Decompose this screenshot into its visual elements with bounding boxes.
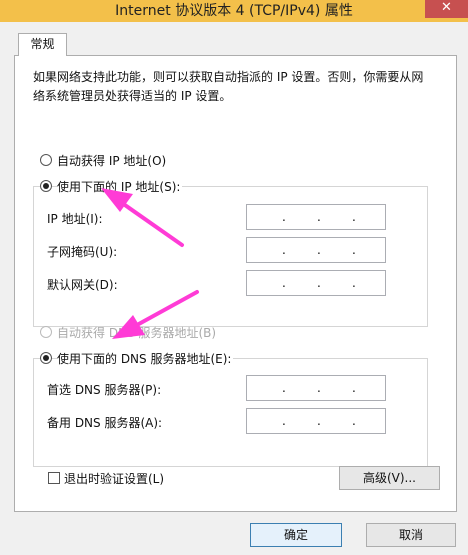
- ip-address-input[interactable]: ...: [246, 204, 386, 230]
- auto-ip-radio[interactable]: [40, 154, 52, 166]
- alternate-dns-label: 备用 DNS 服务器(A):: [47, 416, 163, 430]
- ip-address-label: IP 地址(I):: [47, 212, 103, 226]
- manual-dns-label[interactable]: 使用下面的 DNS 服务器地址(E):: [57, 350, 234, 367]
- cancel-button[interactable]: 取消: [366, 523, 456, 547]
- window-title: Internet 协议版本 4 (TCP/IPv4) 属性: [115, 3, 353, 19]
- manual-ip-label[interactable]: 使用下面的 IP 地址(S):: [57, 178, 183, 195]
- auto-ip-label[interactable]: 自动获得 IP 地址(O): [57, 152, 166, 169]
- validate-checkbox[interactable]: [48, 472, 60, 484]
- default-gateway-input[interactable]: ...: [246, 270, 386, 296]
- general-panel: 如果网络支持此功能，则可以获取自动指派的 IP 设置。否则，你需要从网络系统管理…: [14, 55, 457, 512]
- default-gateway-label: 默认网关(D):: [47, 278, 118, 292]
- auto-dns-label[interactable]: 自动获得 DNS 服务器地址(B): [57, 324, 216, 341]
- manual-ip-radio[interactable]: [40, 180, 52, 192]
- subnet-mask-label: 子网掩码(U):: [47, 245, 118, 259]
- title-bar: Internet 协议版本 4 (TCP/IPv4) 属性 ✕: [0, 0, 468, 22]
- advanced-button[interactable]: 高级(V)...: [339, 466, 440, 490]
- tab-general[interactable]: 常规: [18, 33, 67, 56]
- close-icon: ✕: [441, 0, 452, 15]
- preferred-dns-input[interactable]: ...: [246, 375, 386, 401]
- manual-dns-radio[interactable]: [40, 352, 52, 364]
- preferred-dns-label: 首选 DNS 服务器(P):: [47, 383, 162, 397]
- subnet-mask-input[interactable]: ...: [246, 237, 386, 263]
- dialog-client: 常规 如果网络支持此功能，则可以获取自动指派的 IP 设置。否则，你需要从网络系…: [0, 22, 468, 555]
- description-text: 如果网络支持此功能，则可以获取自动指派的 IP 设置。否则，你需要从网络系统管理…: [33, 70, 424, 103]
- close-button[interactable]: ✕: [425, 0, 468, 18]
- alternate-dns-input[interactable]: ...: [246, 408, 386, 434]
- validate-label[interactable]: 退出时验证设置(L): [64, 470, 164, 487]
- auto-dns-radio[interactable]: [40, 326, 52, 338]
- ok-button[interactable]: 确定: [250, 523, 342, 547]
